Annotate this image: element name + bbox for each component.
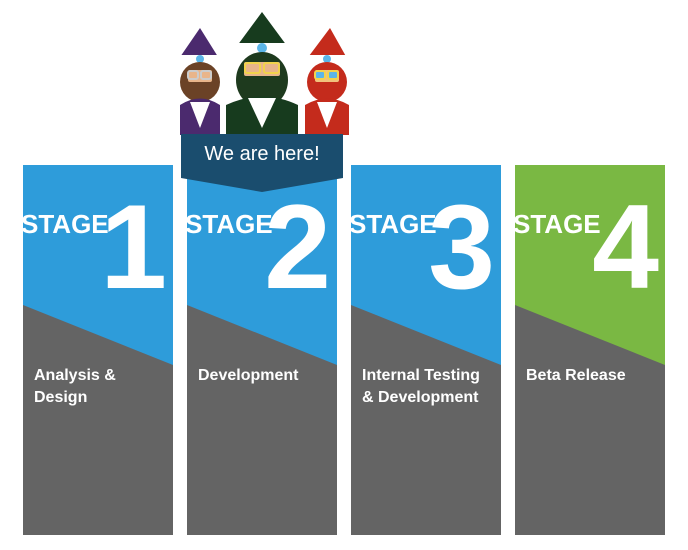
stage-2-description: Development (198, 367, 299, 384)
stage-3-description: Internal Testing & Development (362, 367, 480, 406)
stage-4-description: Beta Release (526, 367, 626, 384)
red-gnome-icon (304, 28, 350, 135)
stage-1-number: 1 (100, 180, 167, 314)
stage-1-description: Analysis & Design (34, 367, 116, 406)
stage-4-number: 4 (592, 180, 659, 314)
stage-2-number: 2 (264, 180, 331, 314)
stage-card-3: STAGE 3 Internal Testing & Development (351, 165, 501, 535)
stage-2-label: STAGE (187, 209, 273, 239)
stage-card-2: STAGE 2 Development (187, 165, 337, 535)
stage-card-1: STAGE 1 Analysis & Design (23, 165, 173, 535)
banner-label: We are here! (204, 143, 320, 165)
we-are-here-banner: We are here! (181, 134, 343, 192)
green-gnome-icon (226, 12, 298, 135)
stage-3-label: STAGE (351, 209, 437, 239)
stage-3-number: 3 (428, 180, 495, 314)
stage-4-label: STAGE (515, 209, 601, 239)
stage-card-4: STAGE 4 Beta Release (515, 165, 665, 535)
stage-1-label: STAGE (23, 209, 109, 239)
purple-gnome-icon (178, 28, 222, 135)
mascot-group (178, 12, 350, 135)
